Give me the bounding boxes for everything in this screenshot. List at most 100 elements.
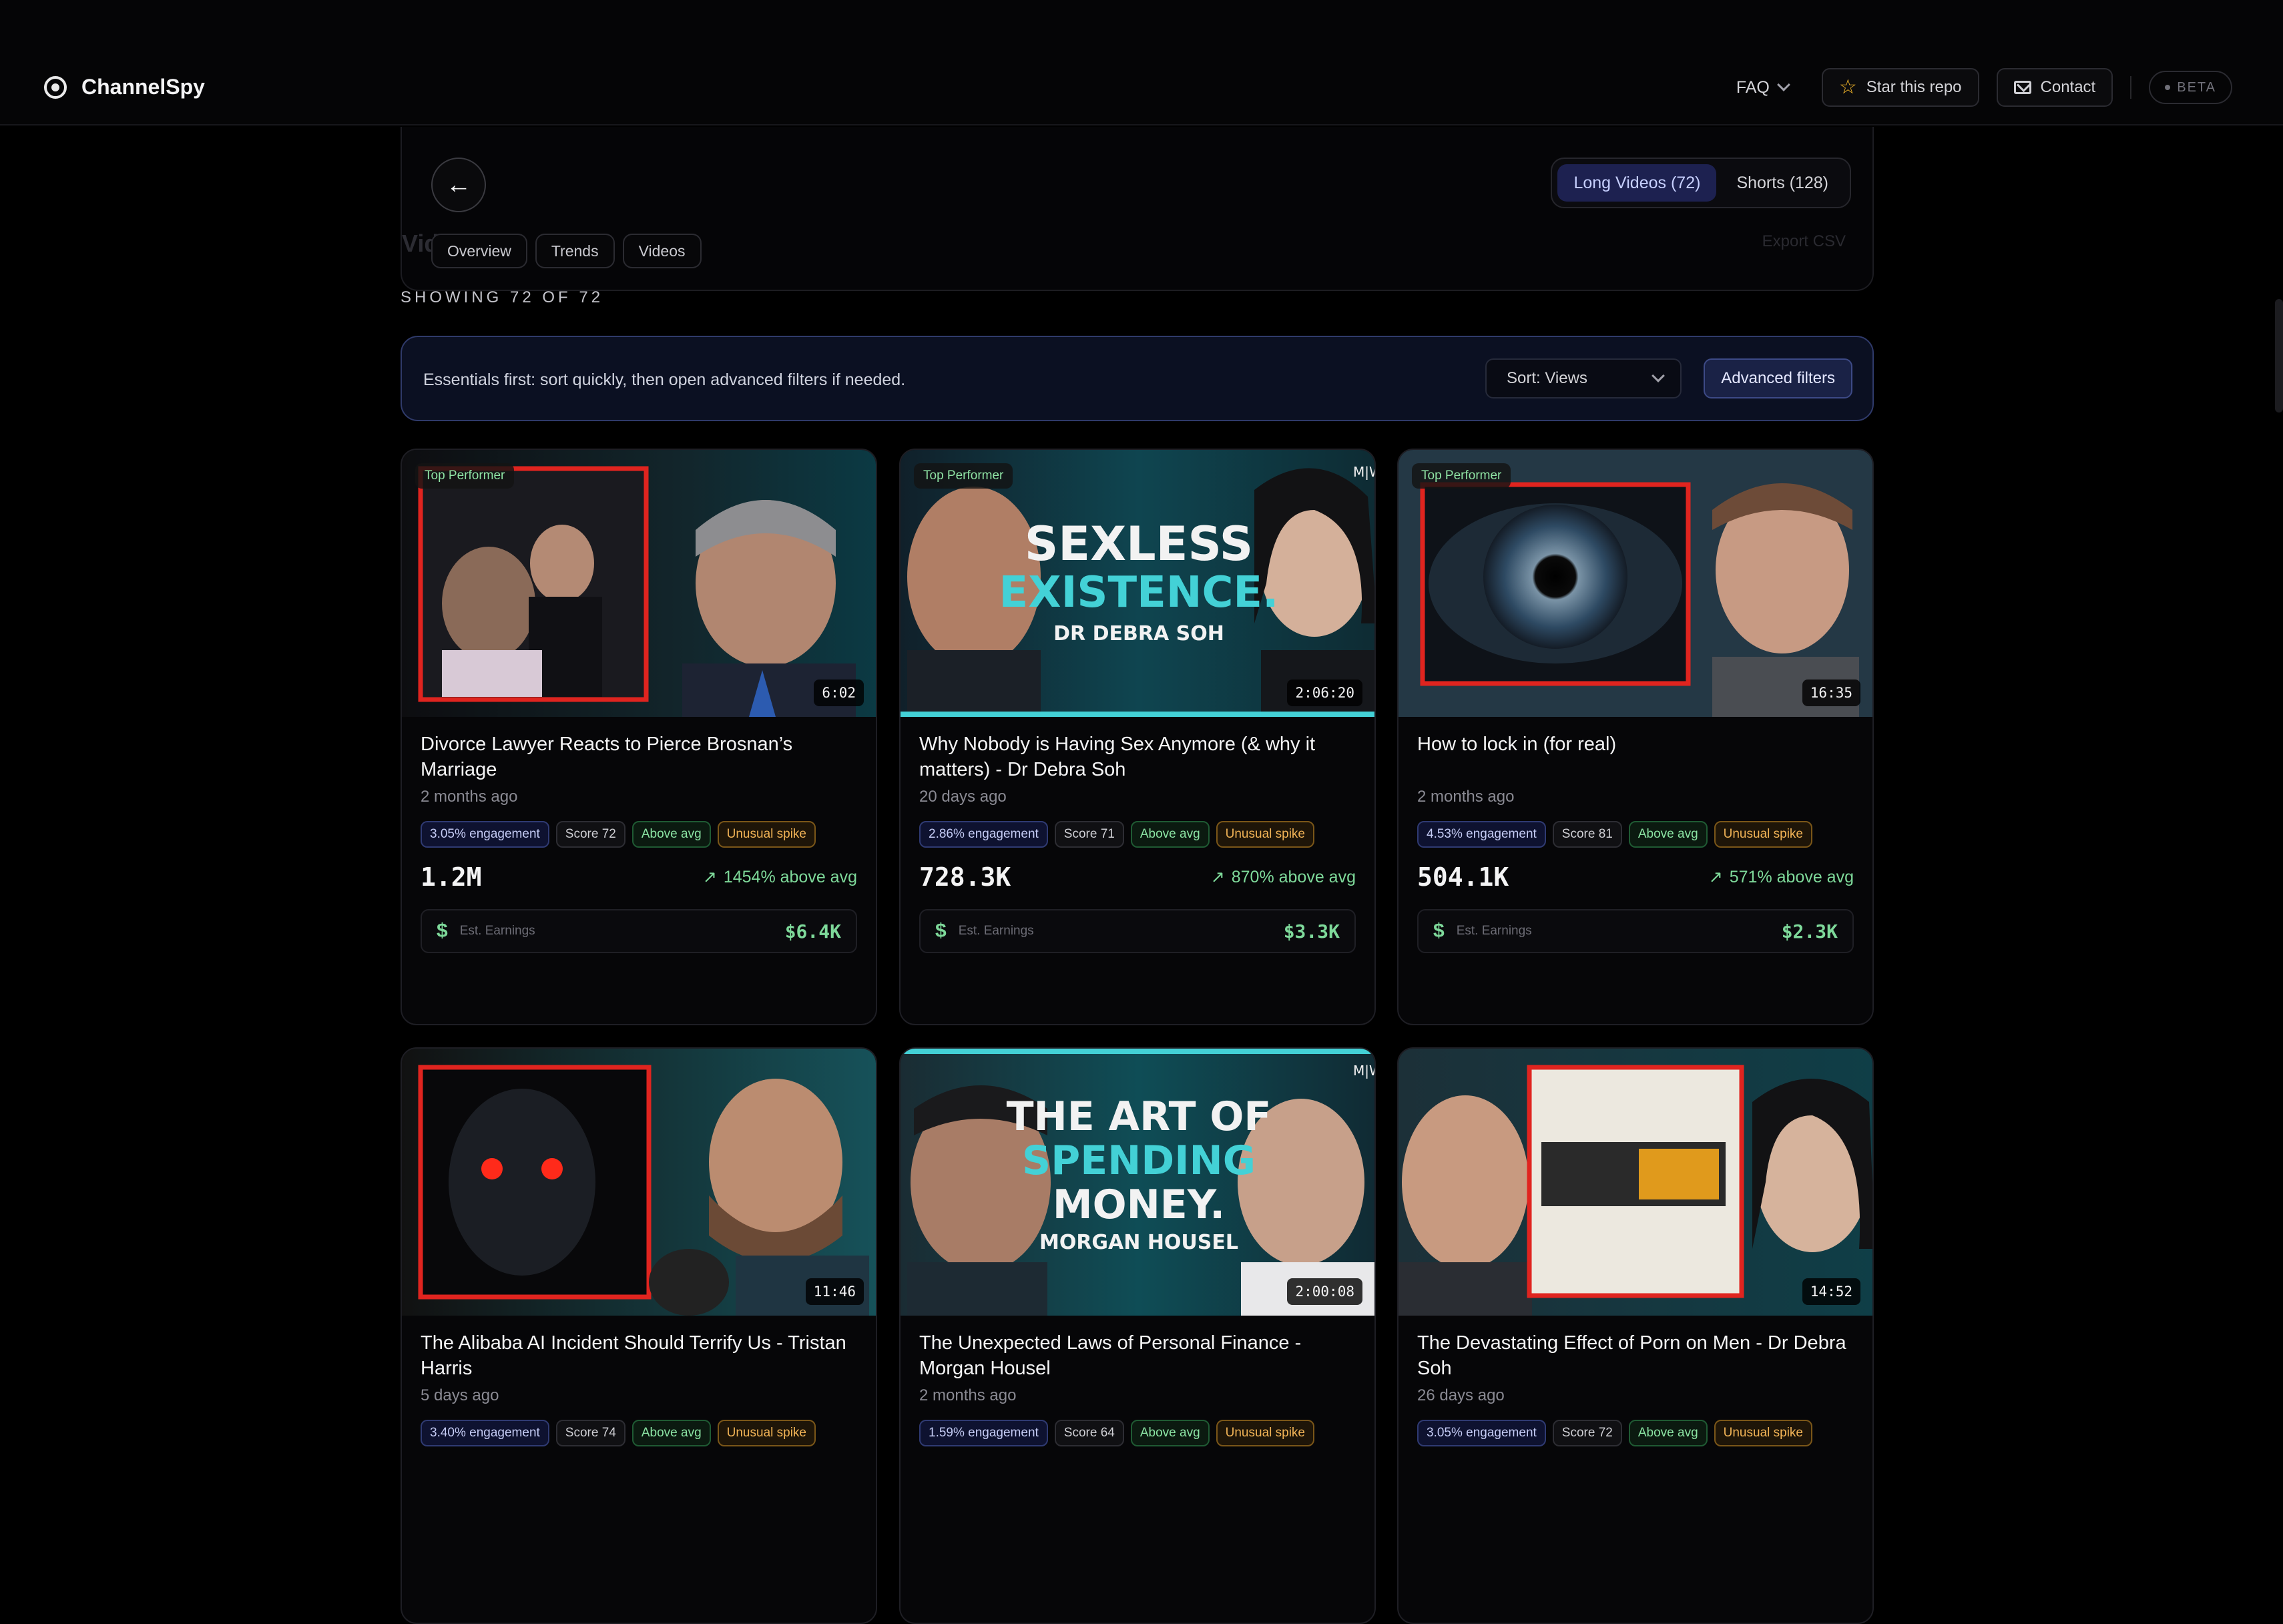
video-age: 2 months ago: [1417, 788, 1515, 806]
thumb-text: MONEY.: [1053, 1181, 1225, 1228]
metric-chips: 3.05% engagement Score 72 Above avg Unus…: [1417, 1420, 1854, 1446]
thumb-text: EXISTENCE.: [999, 568, 1279, 617]
duration-badge: 14:52: [1802, 1278, 1860, 1305]
video-title[interactable]: Divorce Lawyer Reacts to Pierce Brosnan’…: [421, 732, 857, 782]
video-title[interactable]: The Devastating Effect of Porn on Men - …: [1417, 1330, 1854, 1381]
video-thumbnail[interactable]: Top Performer 16:35: [1399, 450, 1872, 717]
video-age: 20 days ago: [919, 788, 1007, 806]
engagement-chip: 4.53% engagement: [1417, 821, 1546, 848]
metric-chips: 1.59% engagement Score 64 Above avg Unus…: [919, 1420, 1356, 1446]
above-avg-chip: Above avg: [1628, 821, 1708, 848]
video-thumbnail[interactable]: Top Performer 6:02: [402, 450, 876, 717]
star-repo-label: Star this repo: [1866, 78, 1962, 96]
top-performer-badge: Top Performer: [914, 463, 1013, 489]
delta-label: 870% above avg: [1231, 867, 1356, 886]
above-avg-chip: Above avg: [1130, 821, 1210, 848]
video-thumbnail[interactable]: SEXLESS EXISTENCE. DR DEBRA SOH M|W Top …: [901, 450, 1374, 717]
above-avg-chip: Above avg: [631, 821, 711, 848]
earnings-box: $ Est. Earnings $6.4K: [421, 909, 857, 953]
duration-badge: 2:06:20: [1287, 680, 1362, 706]
advanced-filters-button[interactable]: Advanced filters: [1704, 358, 1852, 398]
nav-divider: [2130, 76, 2132, 99]
engagement-chip: 3.05% engagement: [421, 821, 549, 848]
star-repo-button[interactable]: ☆ Star this repo: [1821, 68, 1979, 107]
engagement-chip: 3.40% engagement: [421, 1420, 549, 1446]
unusual-spike-chip: Unusual spike: [1714, 821, 1812, 848]
dollar-icon: $: [935, 920, 947, 942]
tab-overview[interactable]: Overview: [431, 234, 527, 268]
video-age: 2 months ago: [421, 788, 518, 806]
arrow-left-icon: ←: [446, 170, 471, 199]
video-stats: 728.3K ↗ 870% above avg: [919, 862, 1356, 892]
duration-badge: 2:00:08: [1287, 1278, 1362, 1305]
faq-menu[interactable]: FAQ: [1736, 78, 1790, 97]
metric-chips: 2.86% engagement Score 71 Above avg Unus…: [919, 821, 1356, 848]
tab-trends[interactable]: Trends: [535, 234, 615, 268]
score-chip: Score 81: [1552, 821, 1622, 848]
score-chip: Score 74: [555, 1420, 625, 1446]
dollar-icon: $: [1433, 920, 1445, 942]
star-icon: ☆: [1838, 76, 1857, 98]
duration-badge: 11:46: [805, 1278, 864, 1305]
chevron-down-icon: [1776, 78, 1790, 91]
beta-badge: BETA: [2149, 71, 2232, 104]
above-avg-chip: Above avg: [631, 1420, 711, 1446]
contact-button[interactable]: Contact: [1996, 68, 2113, 107]
view-count: 1.2M: [421, 862, 482, 892]
tab-videos[interactable]: Videos: [622, 234, 702, 268]
top-navbar: ChannelSpy FAQ ☆ Star this repo Contact …: [0, 0, 2283, 125]
contact-label: Contact: [2040, 78, 2096, 96]
brand-name: ChannelSpy: [81, 75, 205, 99]
top-performer-badge: Top Performer: [1412, 463, 1511, 489]
above-avg-chip: Above avg: [1130, 1420, 1210, 1446]
logo-icon: [44, 75, 67, 99]
video-thumbnail[interactable]: 14:52: [1399, 1049, 1872, 1316]
arrow-up-right-icon: ↗: [1210, 868, 1225, 886]
unusual-spike-chip: Unusual spike: [1216, 821, 1314, 848]
unusual-spike-chip: Unusual spike: [717, 1420, 816, 1446]
score-chip: Score 72: [1552, 1420, 1622, 1446]
engagement-chip: 1.59% engagement: [919, 1420, 1048, 1446]
earnings-label: Est. Earnings: [958, 924, 1034, 938]
view-count: 728.3K: [919, 862, 1011, 892]
dollar-icon: $: [437, 920, 448, 942]
thumb-text: SEXLESS: [1025, 517, 1253, 571]
video-title[interactable]: The Unexpected Laws of Personal Finance …: [919, 1330, 1356, 1381]
arrow-up-right-icon: ↗: [1708, 868, 1723, 886]
earnings-value: $3.3K: [1283, 920, 1340, 942]
duration-badge: 16:35: [1802, 680, 1860, 706]
brand[interactable]: ChannelSpy: [44, 75, 205, 99]
dot-icon: [2165, 85, 2171, 90]
video-stats: 1.2M ↗ 1454% above avg: [421, 862, 857, 892]
engagement-chip: 3.05% engagement: [1417, 1420, 1546, 1446]
engagement-chip: 2.86% engagement: [919, 821, 1048, 848]
delta-label: 1454% above avg: [723, 867, 857, 886]
arrow-up-right-icon: ↗: [702, 868, 717, 886]
video-card[interactable]: SEXLESS EXISTENCE. DR DEBRA SOH M|W Top …: [899, 449, 1376, 1025]
earnings-label: Est. Earnings: [1456, 924, 1532, 938]
video-thumbnail[interactable]: THE ART OF SPENDING MONEY. MORGAN HOUSEL…: [901, 1049, 1374, 1316]
export-csv-button[interactable]: Export CSV: [1762, 232, 1846, 251]
channel-panel: ← Videos Overview Trends Videos Export C…: [401, 127, 1874, 291]
video-title[interactable]: How to lock in (for real): [1417, 732, 1854, 782]
unusual-spike-chip: Unusual spike: [1714, 1420, 1812, 1446]
performance-delta: ↗ 1454% above avg: [703, 867, 857, 887]
scrollbar-thumb[interactable]: [2275, 299, 2283, 413]
sort-select[interactable]: Sort: Views: [1485, 358, 1682, 398]
video-card[interactable]: 11:46 The Alibaba AI Incident Should Ter…: [401, 1047, 877, 1624]
segment-shorts[interactable]: Shorts (128): [1720, 164, 1844, 202]
video-title[interactable]: The Alibaba AI Incident Should Terrify U…: [421, 1330, 857, 1381]
score-chip: Score 64: [1054, 1420, 1124, 1446]
video-card[interactable]: Top Performer 6:02 Divorce Lawyer Reacts…: [401, 449, 877, 1025]
video-card[interactable]: Top Performer 16:35 How to lock in (for …: [1397, 449, 1874, 1025]
video-title[interactable]: Why Nobody is Having Sex Anymore (& why …: [919, 732, 1356, 782]
video-card[interactable]: THE ART OF SPENDING MONEY. MORGAN HOUSEL…: [899, 1047, 1376, 1624]
video-thumbnail[interactable]: 11:46: [402, 1049, 876, 1316]
video-card[interactable]: 14:52 The Devastating Effect of Porn on …: [1397, 1047, 1874, 1624]
segment-long-videos[interactable]: Long Videos (72): [1557, 164, 1717, 202]
performance-delta: ↗ 571% above avg: [1709, 867, 1854, 887]
metric-chips: 3.05% engagement Score 72 Above avg Unus…: [421, 821, 857, 848]
video-age: 26 days ago: [1417, 1386, 1505, 1404]
filter-bar: Essentials first: sort quickly, then ope…: [401, 336, 1874, 421]
back-button[interactable]: ←: [431, 158, 486, 212]
